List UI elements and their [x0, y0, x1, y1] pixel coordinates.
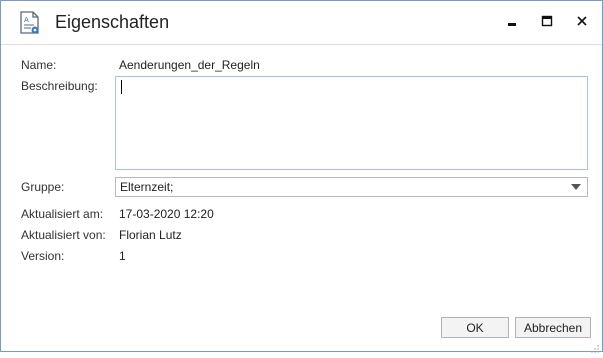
- group-label: Gruppe:: [21, 180, 65, 194]
- group-select[interactable]: Elternzeit;: [115, 177, 588, 197]
- name-label: Name:: [21, 58, 57, 72]
- updated-at-label: Aktualisiert am:: [21, 207, 104, 221]
- description-label: Beschreibung:: [21, 79, 98, 93]
- ok-button[interactable]: OK: [441, 317, 509, 338]
- group-value: Elternzeit;: [120, 180, 174, 194]
- updated-by-value: Florian Lutz: [119, 228, 182, 242]
- updated-by-label: Aktualisiert von:: [21, 228, 106, 242]
- updated-at-value: 17-03-2020 12:20: [119, 207, 214, 221]
- text-cursor: [121, 80, 122, 94]
- close-button[interactable]: [567, 9, 597, 33]
- cancel-button[interactable]: Abbrechen: [515, 317, 591, 338]
- window-title: Eigenschaften: [55, 12, 170, 32]
- maximize-button[interactable]: [532, 9, 562, 33]
- minimize-button[interactable]: [497, 9, 527, 33]
- name-value: Aenderungen_der_Regeln: [119, 58, 260, 72]
- chevron-down-icon[interactable]: [571, 184, 581, 190]
- properties-dialog: A Eigenschaften Name: Aenderungen_der_Re…: [0, 0, 603, 353]
- version-value: 1: [119, 249, 126, 263]
- document-properties-icon: A: [19, 11, 41, 35]
- version-label: Version:: [21, 249, 65, 263]
- title-bar: A Eigenschaften: [1, 1, 602, 45]
- maximize-icon: [541, 15, 553, 27]
- resize-grip-icon[interactable]: [591, 340, 599, 353]
- svg-text:A: A: [24, 16, 29, 24]
- minimize-icon: [508, 23, 516, 26]
- close-icon: [577, 16, 587, 26]
- description-textarea[interactable]: [115, 76, 588, 170]
